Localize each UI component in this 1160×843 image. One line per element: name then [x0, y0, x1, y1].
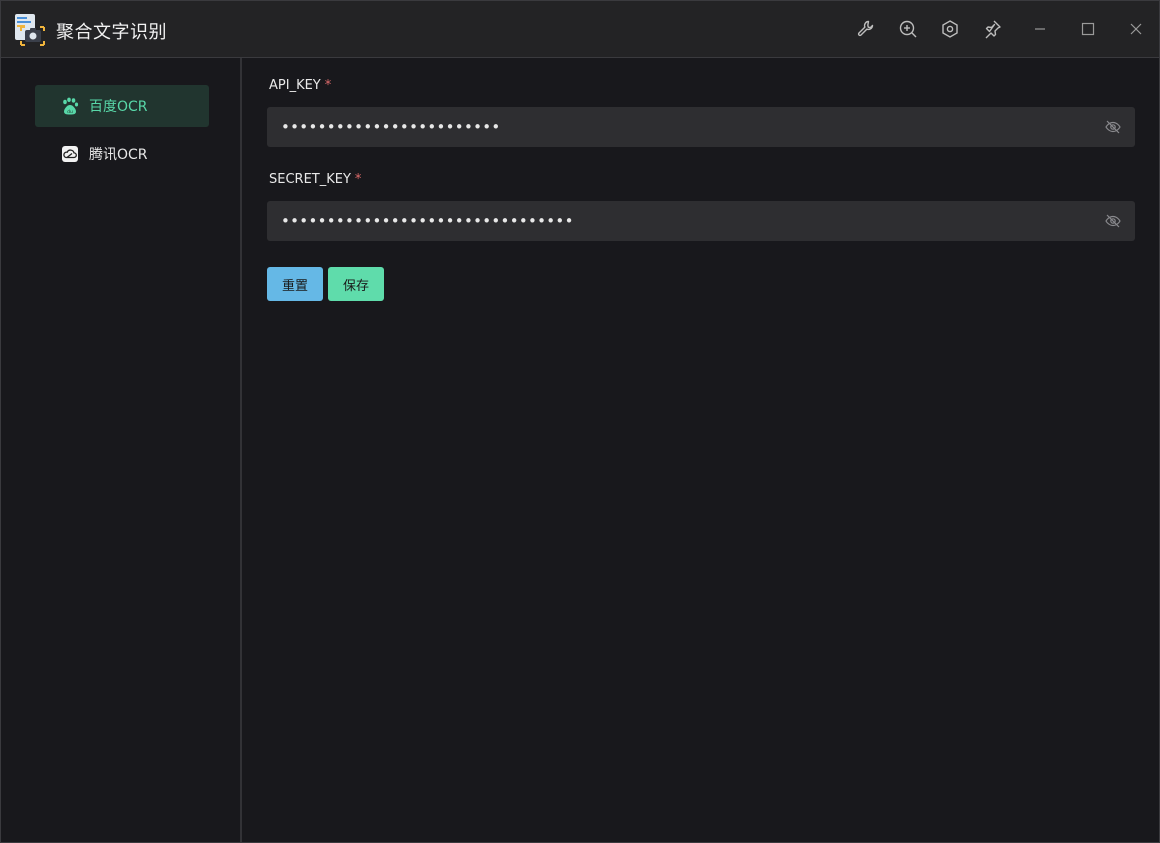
minimize-icon[interactable]: [1029, 18, 1051, 40]
eye-off-icon[interactable]: [1105, 213, 1121, 229]
reset-button[interactable]: 重置: [267, 267, 323, 301]
secret-key-label: SECRET_KEY *: [269, 172, 362, 187]
wrench-icon[interactable]: [855, 18, 877, 40]
maximize-icon[interactable]: [1077, 18, 1099, 40]
api-key-value: ••••••••••••••••••••••••: [281, 118, 501, 136]
sidebar-item-label: 腾讯OCR: [89, 147, 148, 163]
required-mark: *: [354, 172, 362, 187]
app-title: 聚合文字识别: [56, 22, 167, 43]
tencent-cloud-icon: [61, 145, 79, 163]
pin-icon[interactable]: [981, 18, 1003, 40]
save-button[interactable]: 保存: [328, 267, 384, 301]
eye-off-icon[interactable]: [1105, 119, 1121, 135]
sidebar-item-baidu-ocr[interactable]: du 百度OCR: [35, 85, 209, 127]
close-icon[interactable]: [1125, 18, 1147, 40]
sidebar-item-label: 百度OCR: [89, 99, 148, 115]
api-key-label: API_KEY *: [269, 78, 332, 93]
required-mark: *: [324, 78, 332, 93]
api-key-input[interactable]: ••••••••••••••••••••••••: [267, 107, 1135, 147]
app-logo-icon: [14, 13, 46, 46]
secret-key-input[interactable]: ••••••••••••••••••••••••••••••••: [267, 201, 1135, 241]
title-bar[interactable]: 聚合文字识别: [1, 1, 1159, 58]
settings-form: API_KEY * •••••••••••••••••••••••• SECRET…: [244, 58, 1159, 842]
secret-key-value: ••••••••••••••••••••••••••••••••: [281, 212, 574, 230]
settings-hex-icon[interactable]: [939, 18, 961, 40]
app-window: 聚合文字识别 du 百度OCR 腾讯OCR API_KEY * ••••••••…: [0, 0, 1160, 843]
svg-text:du: du: [67, 109, 73, 115]
zoom-in-icon[interactable]: [897, 18, 919, 40]
sidebar: du 百度OCR 腾讯OCR: [1, 58, 242, 842]
baidu-paw-icon: du: [61, 97, 79, 115]
sidebar-item-tencent-ocr[interactable]: 腾讯OCR: [35, 133, 209, 175]
